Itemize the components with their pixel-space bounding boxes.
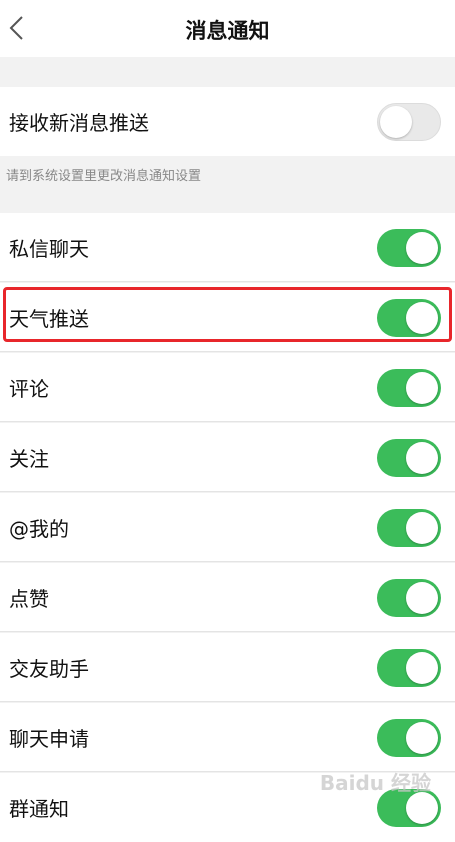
mentions-toggle[interactable] bbox=[377, 509, 441, 547]
master-push-toggle[interactable] bbox=[377, 103, 441, 141]
settings-row-comments: 评论 bbox=[0, 353, 455, 422]
settings-row-label: 关注 bbox=[9, 447, 49, 471]
master-push-row: 接收新消息推送 bbox=[0, 87, 455, 156]
settings-row-label: 评论 bbox=[9, 377, 49, 401]
settings-row-label: 私信聊天 bbox=[9, 237, 89, 261]
follow-toggle[interactable] bbox=[377, 439, 441, 477]
settings-row-weather-push: 天气推送 bbox=[0, 283, 455, 352]
toggle-knob bbox=[406, 582, 438, 614]
navigation-bar: 消息通知 bbox=[0, 0, 455, 57]
toggle-knob bbox=[406, 372, 438, 404]
settings-row-label: 点赞 bbox=[9, 587, 49, 611]
row-divider bbox=[0, 631, 455, 632]
comments-toggle[interactable] bbox=[377, 369, 441, 407]
toggle-knob bbox=[406, 792, 438, 824]
row-divider bbox=[0, 491, 455, 492]
row-divider bbox=[0, 351, 455, 352]
row-divider bbox=[0, 701, 455, 702]
settings-row-chat-request: 聊天申请 bbox=[0, 703, 455, 772]
toggle-knob bbox=[406, 232, 438, 264]
settings-row-label: 群通知 bbox=[9, 797, 69, 821]
baidu-watermark: Baidu 经验 bbox=[319, 771, 431, 795]
settings-row-follow: 关注 bbox=[0, 423, 455, 492]
toggle-knob bbox=[380, 106, 412, 138]
page-title: 消息通知 bbox=[185, 19, 270, 43]
settings-hint: 请到系统设置里更改消息通知设置 bbox=[6, 169, 202, 184]
private-chat-toggle[interactable] bbox=[377, 229, 441, 267]
row-divider bbox=[0, 561, 455, 562]
row-divider bbox=[0, 421, 455, 422]
settings-row-label: 交友助手 bbox=[9, 657, 89, 681]
toggle-knob bbox=[406, 652, 438, 684]
settings-row-private-chat: 私信聊天 bbox=[0, 213, 455, 282]
master-push-label: 接收新消息推送 bbox=[9, 111, 149, 135]
settings-row-friend-assistant: 交友助手 bbox=[0, 633, 455, 702]
settings-row-label: 聊天申请 bbox=[9, 727, 89, 751]
settings-row-label: 天气推送 bbox=[9, 307, 89, 331]
friend-assistant-toggle[interactable] bbox=[377, 649, 441, 687]
weather-push-toggle[interactable] bbox=[377, 299, 441, 337]
toggle-knob bbox=[406, 442, 438, 474]
settings-row-mentions: @我的 bbox=[0, 493, 455, 562]
settings-row-label: @我的 bbox=[9, 517, 69, 541]
chat-request-toggle[interactable] bbox=[377, 719, 441, 757]
toggle-knob bbox=[406, 722, 438, 754]
toggle-knob bbox=[406, 512, 438, 544]
likes-toggle[interactable] bbox=[377, 579, 441, 617]
toggle-knob bbox=[406, 302, 438, 334]
settings-row-likes: 点赞 bbox=[0, 563, 455, 632]
row-divider bbox=[0, 281, 455, 282]
